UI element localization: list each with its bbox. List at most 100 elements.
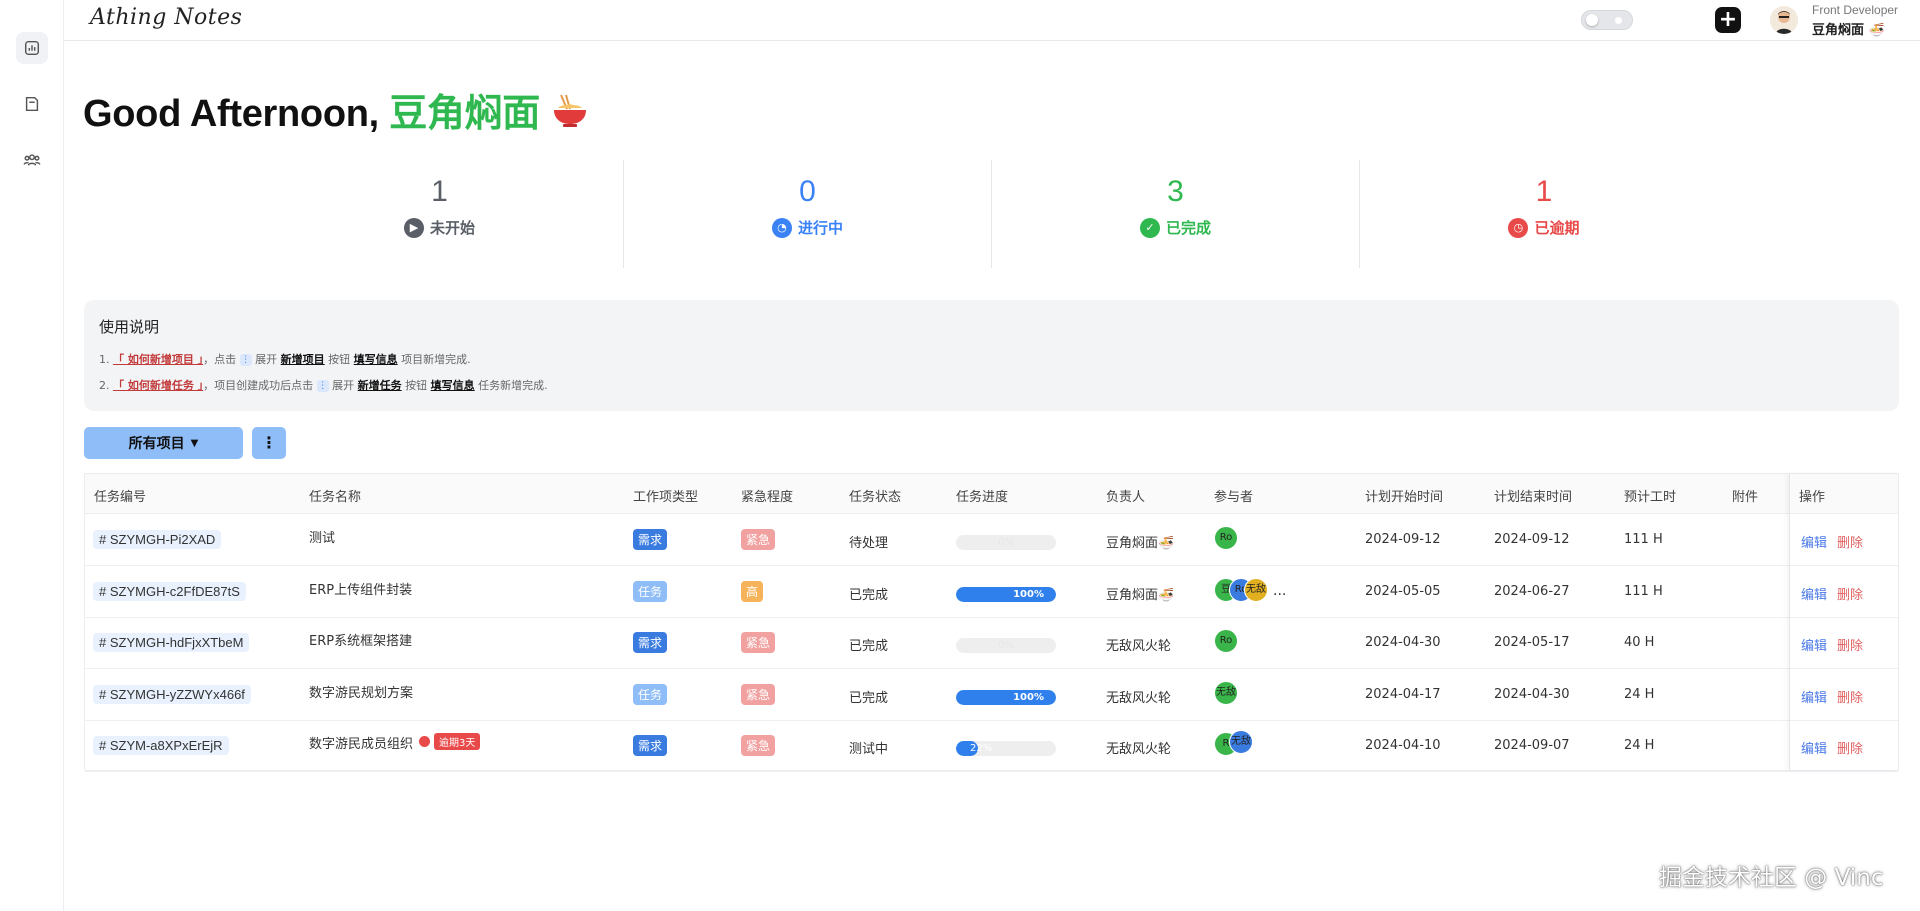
progress-percent: 100% <box>1013 691 1044 703</box>
urgency-tag: 紧急 <box>741 529 776 550</box>
task-owner: 豆角焖面🍜 <box>1106 587 1175 603</box>
delete-button[interactable]: 删除 <box>1837 635 1863 654</box>
task-status: 已完成 <box>849 690 889 706</box>
estimated-hours: 24 H <box>1624 686 1655 702</box>
delete-button[interactable]: 删除 <box>1837 738 1863 757</box>
task-name[interactable]: 测试 <box>309 527 335 546</box>
app-logo[interactable]: Athing Notes <box>90 5 242 30</box>
overdue-indicator: 逾期3天 <box>419 733 481 750</box>
project-select[interactable]: 所有项目 ▼ <box>84 427 243 459</box>
plan-end-date: 2024-04-30 <box>1494 686 1570 702</box>
greeting-username: 豆角焖面 <box>389 93 540 135</box>
plan-start-date: 2024-04-17 <box>1365 686 1441 702</box>
usage-instructions: 使用说明 1. 「 如何新增项目 」，点击 ⋮ 展开 新增项目 按钮 填写信息 … <box>84 300 1899 411</box>
theme-toggle[interactable] <box>1581 10 1633 30</box>
table-row: # SZYMGH-yZZWYx466f 数字游民规划方案 任务 紧急 已完成 100% 无敌… <box>85 670 1898 721</box>
work-type-tag: 任务 <box>633 580 668 602</box>
progress-percent: 22% <box>970 743 993 754</box>
work-type-tag: 需求 <box>633 632 668 653</box>
caret-down-icon: ▼ <box>190 437 199 449</box>
note-icon <box>25 96 39 112</box>
noodle-bowl-icon: 🍜 <box>1864 23 1885 38</box>
estimated-hours: 24 H <box>1624 738 1655 753</box>
edit-button[interactable]: 编辑 <box>1801 687 1827 706</box>
progress-bar: 0% <box>956 638 1056 653</box>
sidebar-notes-button[interactable] <box>16 88 48 120</box>
task-name[interactable]: 数字游民成员组织 逾期3天 <box>309 733 481 752</box>
participant-avatar[interactable]: Ro <box>1214 526 1238 550</box>
task-status: 已完成 <box>849 639 889 654</box>
estimated-hours: 111 H <box>1624 583 1663 599</box>
progress-percent: 0% <box>998 537 1014 548</box>
stat-completed[interactable]: 3 ✓ 已完成 <box>992 160 1360 268</box>
user-name: 豆角焖面 🍜 <box>1812 23 1885 38</box>
plus-icon: + <box>1718 7 1738 32</box>
plan-end-date: 2024-09-12 <box>1494 532 1570 547</box>
task-name[interactable]: ERP上传组件封装 <box>309 579 412 598</box>
stat-overdue[interactable]: 1 ◷ 已逾期 <box>1360 160 1728 268</box>
edit-button[interactable]: 编辑 <box>1801 635 1827 654</box>
participant-avatar[interactable]: Ro <box>1214 629 1238 653</box>
task-name[interactable]: 数字游民规划方案 <box>309 682 413 701</box>
stat-not-started[interactable]: 1 ▶ 未开始 <box>256 160 624 268</box>
task-code[interactable]: # SZYMGH-Pi2XAD <box>93 530 222 549</box>
urgency-tag: 紧急 <box>741 735 776 756</box>
plan-end-date: 2024-09-07 <box>1494 738 1570 753</box>
play-circle-icon: ▶ <box>403 217 424 238</box>
instruction-line-2: 2. 「 如何新增任务 」，项目创建成功后点击 ⋮ 展开 新增任务 按钮 填写信… <box>99 379 548 392</box>
add-button[interactable]: + <box>1715 7 1741 33</box>
task-owner: 豆角焖面🍜 <box>1106 536 1175 551</box>
sidebar-team-button[interactable] <box>16 144 48 176</box>
task-code[interactable]: # SZYMGH-yZZWYx466f <box>93 684 251 704</box>
task-table: 任务编号 任务名称 工作项类型 紧急程度 任务状态 任务进度 负责人 参与者 计… <box>84 473 1899 772</box>
more-dots-icon: ⋮ <box>316 380 329 392</box>
user-avatar[interactable] <box>1770 6 1798 34</box>
plan-start-date: 2024-04-30 <box>1365 635 1441 650</box>
noodle-bowl-icon: 🍜 <box>1158 536 1175 551</box>
estimated-hours: 111 H <box>1624 532 1663 547</box>
stat-in-progress[interactable]: 0 ◔ 进行中 <box>624 160 992 268</box>
delete-button[interactable]: 删除 <box>1837 532 1863 551</box>
delete-button[interactable]: 删除 <box>1837 584 1863 603</box>
team-icon <box>23 154 41 166</box>
operations-column-divider <box>1789 474 1899 770</box>
task-name[interactable]: ERP系统框架搭建 <box>309 630 412 649</box>
estimated-hours: 40 H <box>1624 635 1655 650</box>
task-code[interactable]: # SZYM-a8XPxErEjR <box>93 736 229 755</box>
dashboard-chart-icon <box>24 40 40 56</box>
table-header: 任务编号 任务名称 工作项类型 紧急程度 任务状态 任务进度 负责人 参与者 计… <box>85 474 1898 514</box>
more-options-button[interactable]: ⋮ <box>252 427 286 459</box>
overdue-clock-icon <box>419 736 431 747</box>
edit-button[interactable]: 编辑 <box>1801 532 1827 551</box>
task-status: 测试中 <box>849 742 889 757</box>
task-owner: 无敌风火轮 <box>1106 690 1172 706</box>
edit-button[interactable]: 编辑 <box>1801 738 1827 757</box>
urgency-tag: 高 <box>741 580 764 602</box>
top-header: Athing Notes + Front Developer 豆角焖面 🍜 <box>64 0 1920 41</box>
urgency-tag: 紧急 <box>741 683 776 705</box>
plan-start-date: 2024-04-10 <box>1365 738 1441 753</box>
delete-button[interactable]: 删除 <box>1837 687 1863 706</box>
sidebar-dashboard-button[interactable] <box>16 32 48 64</box>
noodle-bowl-icon <box>550 91 590 141</box>
edit-button[interactable]: 编辑 <box>1801 584 1827 603</box>
watermark: 掘金技术社区 @ Vinc <box>1659 865 1884 891</box>
progress-bar: 0% <box>956 535 1056 550</box>
instructions-title: 使用说明 <box>99 318 160 336</box>
how-add-task-link[interactable]: 「 如何新增任务 」 <box>113 379 203 392</box>
task-code[interactable]: # SZYMGH-c2FfDE87tS <box>93 581 246 601</box>
avatar-illustration-icon <box>1770 6 1798 34</box>
overdue-tag: 逾期3天 <box>434 733 481 750</box>
participant-avatar[interactable]: 无敌 <box>1214 680 1238 705</box>
how-add-project-link[interactable]: 「 如何新增项目 」 <box>113 353 203 366</box>
more-participants: ... <box>1273 582 1287 599</box>
table-row: # SZYM-a8XPxErEjR 数字游民成员组织 逾期3天 需求 紧急 测试中 22% 无… <box>85 721 1898 772</box>
progress-bar: 22% <box>956 741 1056 756</box>
task-status: 待处理 <box>849 536 889 551</box>
participant-avatar[interactable]: 无敌 <box>1244 577 1268 602</box>
participant-avatar[interactable]: 无敌 <box>1229 730 1253 754</box>
vertical-dots-icon: ⋮ <box>261 433 277 452</box>
task-code[interactable]: # SZYMGH-hdFjxXTbeM <box>93 633 250 652</box>
urgency-tag: 紧急 <box>741 632 776 653</box>
progress-percent: 100% <box>1013 588 1044 600</box>
